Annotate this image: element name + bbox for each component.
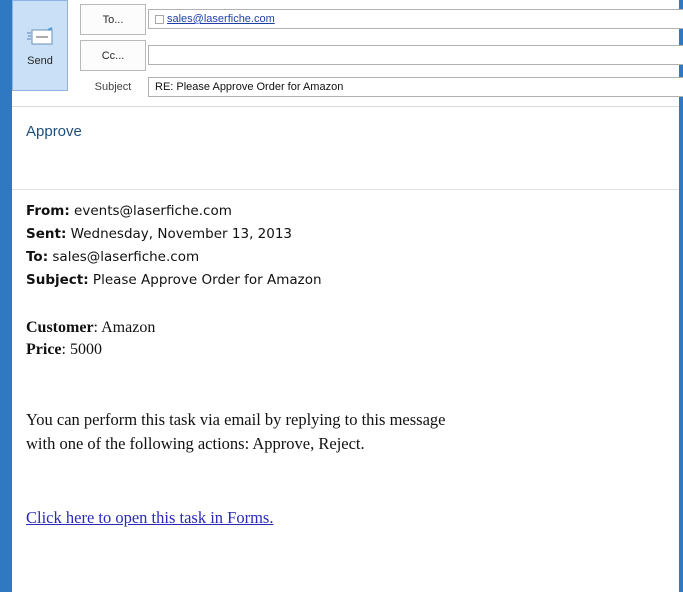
to-field[interactable]: sales@laserfiche.com bbox=[148, 9, 683, 29]
instructions-line-2: with one of the following actions: Appro… bbox=[26, 434, 365, 453]
price-label: Price bbox=[26, 341, 62, 358]
to-value: sales@laserfiche.com bbox=[48, 249, 200, 265]
recipient-checkbox-icon[interactable] bbox=[155, 14, 164, 24]
order-details: Customer: Amazon Price: 5000 bbox=[26, 317, 155, 361]
to-label: To: bbox=[26, 249, 49, 265]
send-button-label: Send bbox=[27, 54, 53, 67]
from-label: From: bbox=[26, 203, 70, 219]
message-body[interactable]: Approve From: events@laserfiche.com Sent… bbox=[12, 107, 679, 592]
cc-field[interactable] bbox=[148, 45, 683, 65]
price-line: Price: 5000 bbox=[26, 339, 155, 361]
reply-separator bbox=[12, 189, 679, 190]
sent-line: Sent: Wednesday, November 13, 2013 bbox=[26, 223, 322, 246]
send-envelope-icon bbox=[27, 26, 53, 44]
from-value: events@laserfiche.com bbox=[69, 203, 232, 219]
cc-button[interactable]: Cc... bbox=[80, 40, 146, 71]
sent-label: Sent: bbox=[26, 226, 67, 242]
window-frame-left bbox=[0, 0, 12, 592]
instructions-line-1: You can perform this task via email by r… bbox=[26, 410, 446, 429]
reply-text: Approve bbox=[26, 123, 82, 140]
send-button[interactable]: Send bbox=[12, 0, 68, 91]
customer-label: Customer bbox=[26, 319, 94, 336]
from-line: From: events@laserfiche.com bbox=[26, 200, 322, 223]
customer-value: : Amazon bbox=[93, 319, 156, 336]
open-in-forms-link[interactable]: Click here to open this task in Forms. bbox=[26, 508, 273, 528]
to-line: To: sales@laserfiche.com bbox=[26, 246, 322, 269]
original-subject-value: Please Approve Order for Amazon bbox=[88, 272, 322, 288]
instructions: You can perform this task via email by r… bbox=[26, 408, 445, 456]
to-button[interactable]: To... bbox=[80, 4, 146, 35]
recipient-address[interactable]: sales@laserfiche.com bbox=[167, 13, 275, 25]
subject-line: Subject: Please Approve Order for Amazon bbox=[26, 269, 322, 292]
original-subject-label: Subject: bbox=[26, 272, 89, 288]
customer-line: Customer: Amazon bbox=[26, 317, 155, 339]
original-message-header: From: events@laserfiche.com Sent: Wednes… bbox=[26, 200, 322, 292]
price-value: : 5000 bbox=[61, 341, 102, 358]
subject-field[interactable]: RE: Please Approve Order for Amazon bbox=[148, 77, 683, 97]
sent-value: Wednesday, November 13, 2013 bbox=[66, 226, 293, 242]
subject-label: Subject bbox=[94, 81, 132, 93]
compose-header: Send To... Cc... Subject sales@laserfich… bbox=[12, 0, 683, 107]
